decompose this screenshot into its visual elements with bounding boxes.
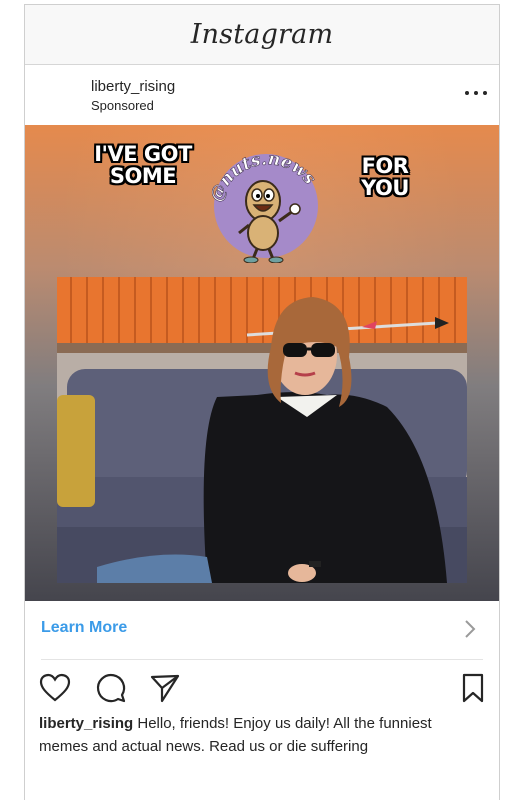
- meme-caption-left: I'VE GOT SOME: [94, 142, 192, 188]
- post-caption: liberty_rising Hello, friends! Enjoy us …: [25, 712, 499, 758]
- instagram-app: Instagram liberty_rising Sponsored I'VE …: [24, 4, 500, 800]
- caption-username[interactable]: liberty_rising: [39, 715, 133, 732]
- heart-icon[interactable]: [39, 672, 71, 704]
- meme-caption-right: FOR YOU: [361, 154, 409, 200]
- ellipsis-icon: [465, 91, 469, 95]
- top-bar: Instagram: [25, 5, 499, 65]
- chevron-right-icon: [465, 620, 476, 638]
- post-header: liberty_rising Sponsored: [25, 65, 499, 125]
- woman-on-sofa-photo: [57, 277, 467, 583]
- post-media[interactable]: I'VE GOT SOME FOR YOU @nuts.news: [25, 125, 499, 601]
- learn-more-link[interactable]: Learn More: [41, 619, 127, 637]
- sponsored-label: Sponsored: [91, 98, 154, 113]
- send-icon[interactable]: [149, 672, 181, 704]
- bookmark-icon[interactable]: [457, 672, 489, 704]
- nuts-news-logo: @nuts.news: [206, 149, 320, 263]
- comment-icon[interactable]: [95, 672, 127, 704]
- app-title: Instagram: [190, 19, 334, 50]
- post-username[interactable]: liberty_rising: [91, 78, 175, 95]
- action-bar: [25, 660, 499, 712]
- learn-more-bar[interactable]: Learn More: [41, 601, 483, 660]
- more-options-button[interactable]: [465, 83, 487, 103]
